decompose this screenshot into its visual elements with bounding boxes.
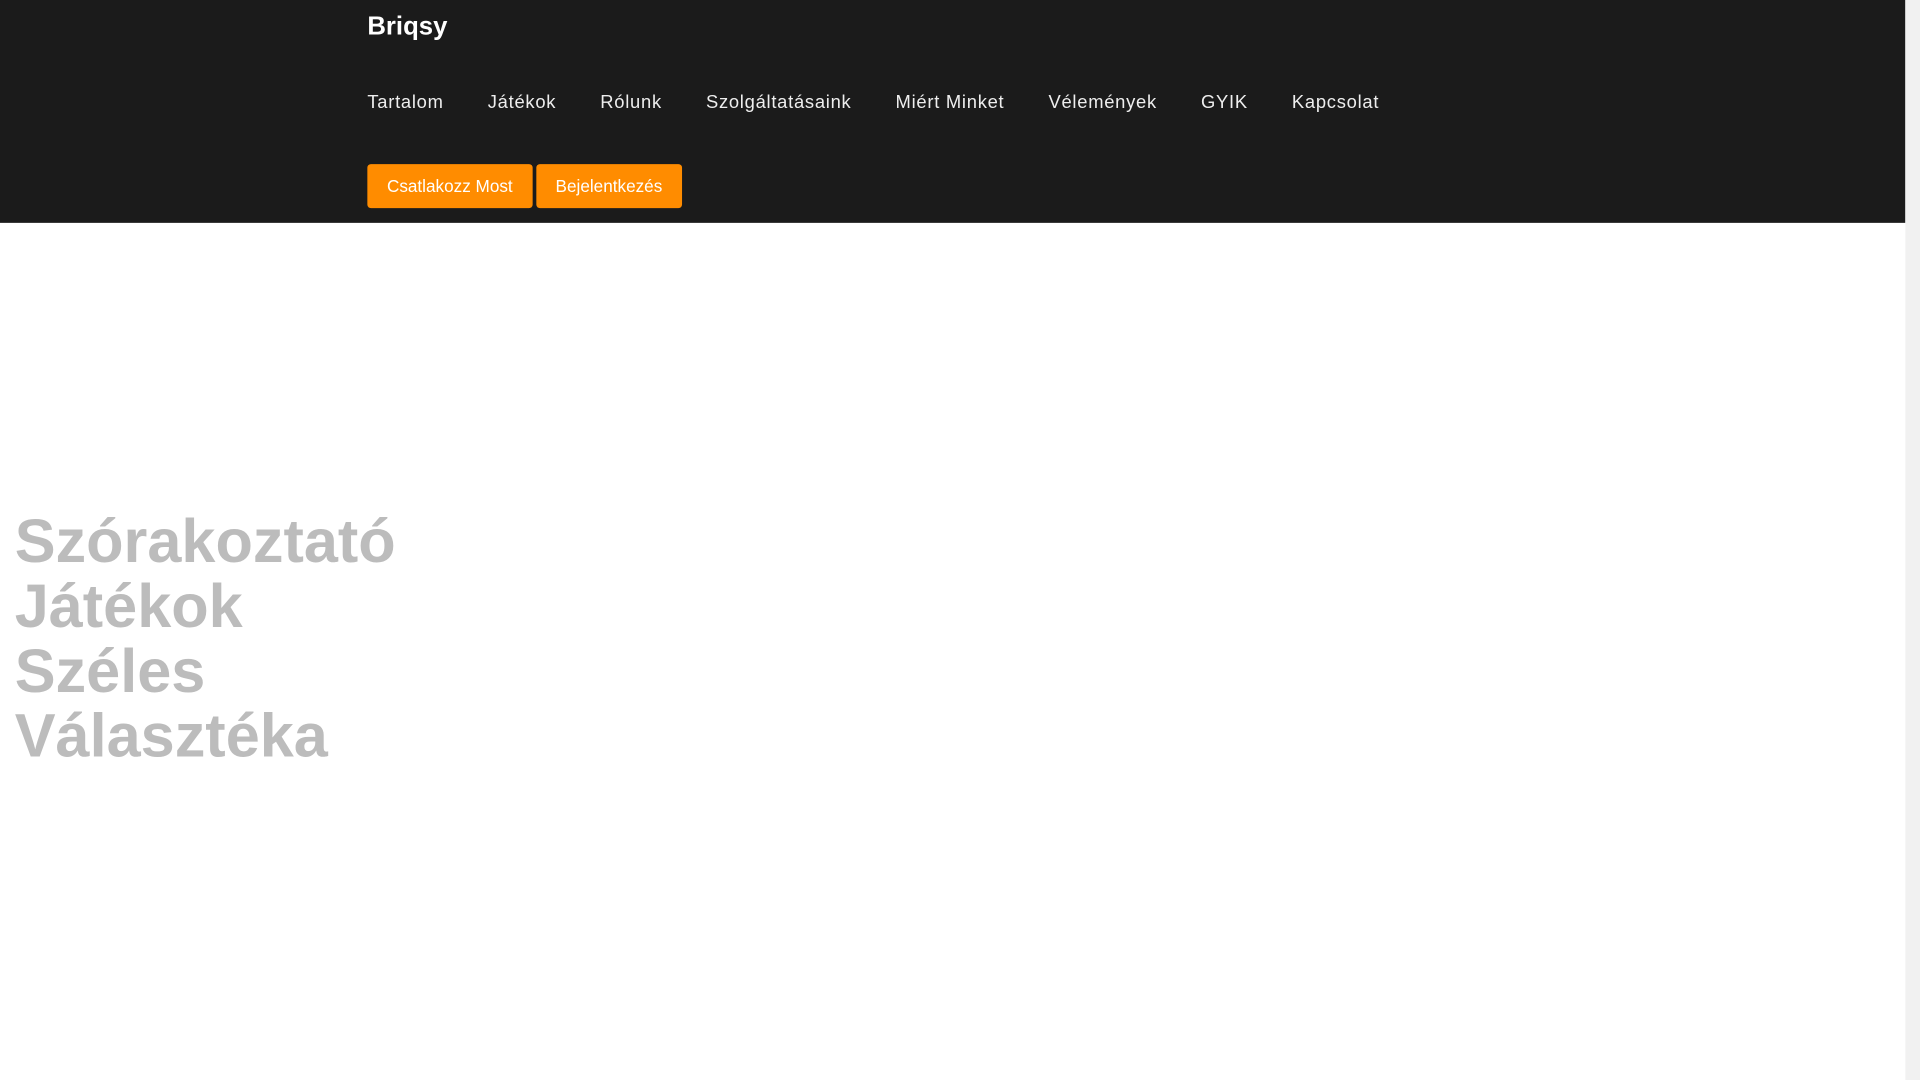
brand-logo[interactable]: Briqsy	[367, 12, 447, 41]
join-button[interactable]: Csatlakozz Most	[367, 164, 533, 209]
nav-kapcsolat[interactable]: Kapcsolat	[1292, 92, 1379, 113]
site-header: Briqsy Tartalom Játékok Rólunk Szolgálta…	[0, 0, 1906, 223]
hero-title: Szórakoztató Játékok Széles Választéka	[14, 506, 396, 771]
nav-szolgaltatasaink[interactable]: Szolgáltatásaink	[706, 92, 852, 113]
main-nav: Tartalom Játékok Rólunk Szolgáltatásaink…	[367, 92, 1379, 113]
nav-velemenyek[interactable]: Vélemények	[1048, 92, 1156, 113]
nav-tartalom[interactable]: Tartalom	[367, 92, 443, 113]
nav-miert-minket[interactable]: Miért Minket	[896, 92, 1005, 113]
scrollbar[interactable]	[1905, 0, 1920, 1080]
nav-jatekok[interactable]: Játékok	[488, 92, 556, 113]
login-button[interactable]: Bejelentkezés	[535, 164, 682, 209]
nav-rolunk[interactable]: Rólunk	[600, 92, 662, 113]
nav-gyik[interactable]: GYIK	[1201, 92, 1248, 113]
